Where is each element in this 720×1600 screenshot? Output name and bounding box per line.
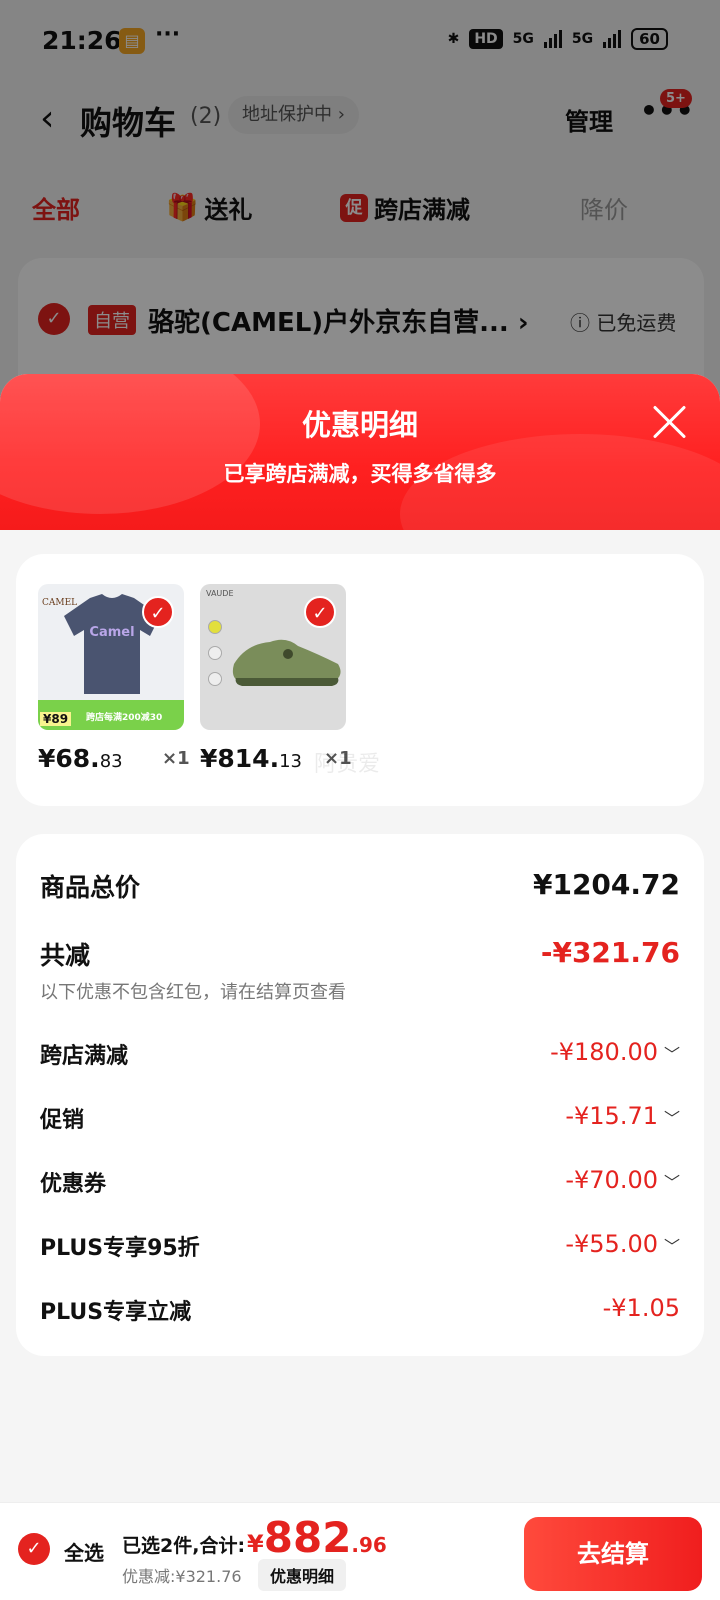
reduction-note: 以下优惠不包含红包，请在结算页查看 [40, 982, 346, 1003]
product-item[interactable]: CAMEL Camel ¥89 跨店每满200减30 ✓ ¥68.83 ×1 [38, 584, 190, 773]
feature-icon [208, 620, 222, 634]
total-price-value: ¥1204.72 [532, 868, 680, 901]
banner-text: 跨店每满200减30 [86, 713, 163, 723]
product-quantity: ×1 [162, 748, 190, 769]
checkout-bar: ✓ 全选 已选2件,合计: ¥ 882 .96 优惠减:¥321.76 优惠明细… [0, 1502, 720, 1600]
total-price-label: 商品总价 [40, 873, 141, 902]
chevron-down-icon: ﹀ [663, 1237, 680, 1256]
product-card: CAMEL Camel ¥89 跨店每满200减30 ✓ ¥68.83 ×1 V… [16, 554, 704, 806]
select-all-check-icon[interactable]: ✓ [18, 1533, 50, 1565]
watermark-text: 阿贵爱 [314, 752, 381, 777]
promo-banner: ¥89 跨店每满200减30 [38, 700, 184, 730]
chevron-down-icon: ﹀ [663, 1173, 680, 1192]
discount-detail-button[interactable]: 优惠明细 [258, 1559, 347, 1591]
discount-detail-sheet: 优惠明细 已享跨店满减，买得多省得多 CAMEL Camel ¥89 跨店每满2… [0, 374, 720, 1600]
sheet-subtitle: 已享跨店满减，买得多省得多 [223, 462, 497, 486]
total-reduction-value: -¥321.76 [540, 936, 680, 969]
product-image-tshirt: CAMEL Camel ¥89 跨店每满200减30 ✓ [38, 584, 184, 730]
checkout-button[interactable]: 去结算 [524, 1517, 702, 1591]
sheet-header: 优惠明细 已享跨店满减，买得多省得多 [0, 374, 720, 594]
vaude-logo: VAUDE [206, 589, 234, 598]
discount-summary: 优惠减:¥321.76 [122, 1567, 242, 1586]
select-all-label[interactable]: 全选 [64, 1537, 104, 1566]
product-price: ¥814.13 [200, 744, 302, 773]
shirt-print-text: Camel [89, 625, 134, 640]
price-breakdown-card: 商品总价 ¥1204.72 共减 -¥321.76 以下优惠不包含红包，请在结算… [16, 834, 704, 1356]
shoe-illustration [232, 639, 341, 686]
feature-icon [208, 672, 222, 686]
product-price: ¥68.83 [38, 744, 123, 773]
chevron-down-icon: ﹀ [663, 1109, 680, 1128]
chevron-down-icon: ﹀ [663, 1045, 680, 1064]
product-item[interactable]: VAUDE ✓ ¥814.13 ×1 [200, 584, 352, 773]
selected-check-icon[interactable]: ✓ [142, 596, 174, 628]
product-image-shoe: VAUDE ✓ [200, 584, 346, 730]
total-summary: 已选2件,合计: ¥ 882 .96 [122, 1513, 387, 1562]
total-reduction-label: 共减 [40, 941, 91, 970]
close-icon[interactable] [652, 404, 688, 440]
selected-check-icon[interactable]: ✓ [304, 596, 336, 628]
total-amount: 882 [263, 1513, 352, 1562]
sheet-title: 优惠明细 [301, 408, 418, 442]
feature-icon [208, 646, 222, 660]
banner-price: ¥89 [40, 712, 72, 726]
